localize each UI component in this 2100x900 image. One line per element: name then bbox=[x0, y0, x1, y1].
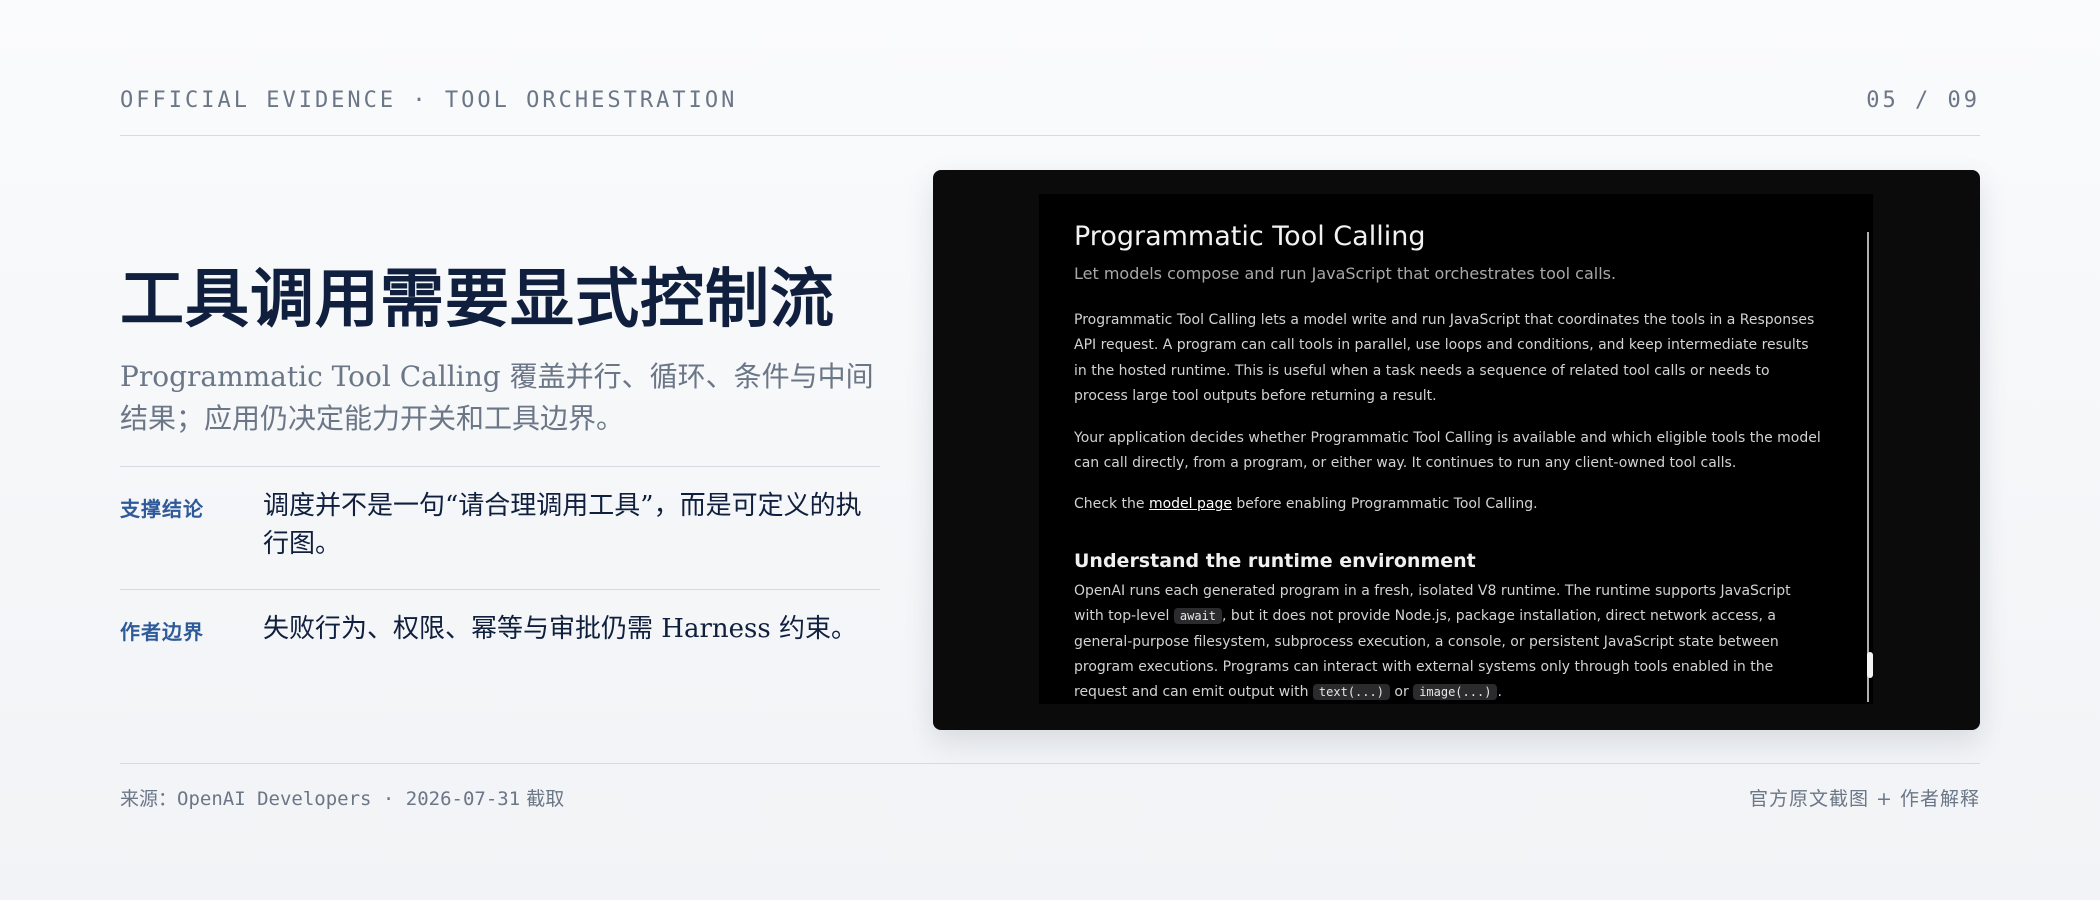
evidence-row-boundary: 作者边界 失败行为、权限、幂等与审批仍需 Harness 约束。 bbox=[120, 589, 880, 648]
doc-section-heading: Understand the runtime environment bbox=[1074, 549, 1476, 572]
doc-text: Check the bbox=[1074, 496, 1149, 513]
doc-paragraph: Check the model page before enabling Pro… bbox=[1074, 492, 1824, 517]
doc-page: Programmatic Tool Calling Let models com… bbox=[1039, 194, 1873, 704]
source-text: OpenAI Developers · 2026-07-31 bbox=[177, 788, 521, 810]
slide-text-column: 工具调用需要显式控制流 Programmatic Tool Calling 覆盖… bbox=[120, 258, 880, 648]
inline-code: await bbox=[1173, 608, 1223, 625]
doc-title: Programmatic Tool Calling bbox=[1074, 221, 1426, 252]
doc-scrollbar-track[interactable] bbox=[1867, 232, 1869, 702]
doc-text: before enabling Programmatic Tool Callin… bbox=[1231, 496, 1538, 513]
credit-note: 官方原文截图 + 作者解释 bbox=[1749, 788, 1980, 810]
slide-subtitle: Programmatic Tool Calling 覆盖并行、循环、条件与中间结… bbox=[120, 360, 874, 435]
inline-code: text(...) bbox=[1312, 684, 1390, 701]
footer-divider bbox=[120, 763, 1980, 764]
doc-scrollbar-thumb[interactable] bbox=[1867, 652, 1873, 678]
inline-code: image(...) bbox=[1413, 684, 1498, 701]
row-label: 作者边界 bbox=[120, 620, 204, 644]
doc-paragraph: OpenAI runs each generated program in a … bbox=[1074, 579, 1824, 704]
page-number: 05 / 09 bbox=[1866, 88, 1980, 113]
evidence-row-conclusion: 支撑结论 调度并不是一句“请合理调用工具”，而是可定义的执行图。 bbox=[120, 466, 880, 563]
section-kicker: OFFICIAL EVIDENCE · TOOL ORCHESTRATION bbox=[120, 88, 738, 113]
doc-lead: Let models compose and run JavaScript th… bbox=[1074, 264, 1617, 283]
source-note: 来源：OpenAI Developers · 2026-07-31 截取 bbox=[120, 784, 564, 811]
row-label: 支撑结论 bbox=[120, 497, 204, 521]
model-page-link[interactable]: model page bbox=[1149, 496, 1232, 512]
official-doc-screenshot: Programmatic Tool Calling Let models com… bbox=[933, 170, 1980, 730]
doc-paragraph: Your application decides whether Program… bbox=[1074, 429, 1821, 472]
header-divider bbox=[120, 135, 1980, 136]
source-label: 来源： bbox=[120, 788, 178, 810]
row-text: 失败行为、权限、幂等与审批仍需 Harness 约束。 bbox=[263, 614, 857, 644]
source-suffix: 截取 bbox=[520, 788, 565, 810]
doc-content: Programmatic Tool Calling Let models com… bbox=[1074, 220, 1824, 704]
doc-paragraph: Programmatic Tool Calling lets a model w… bbox=[1074, 312, 1815, 405]
row-text: 调度并不是一句“请合理调用工具”，而是可定义的执行图。 bbox=[263, 491, 862, 559]
doc-text: . bbox=[1497, 684, 1502, 701]
slide-title: 工具调用需要显式控制流 bbox=[120, 262, 835, 337]
doc-text: or bbox=[1389, 684, 1414, 701]
